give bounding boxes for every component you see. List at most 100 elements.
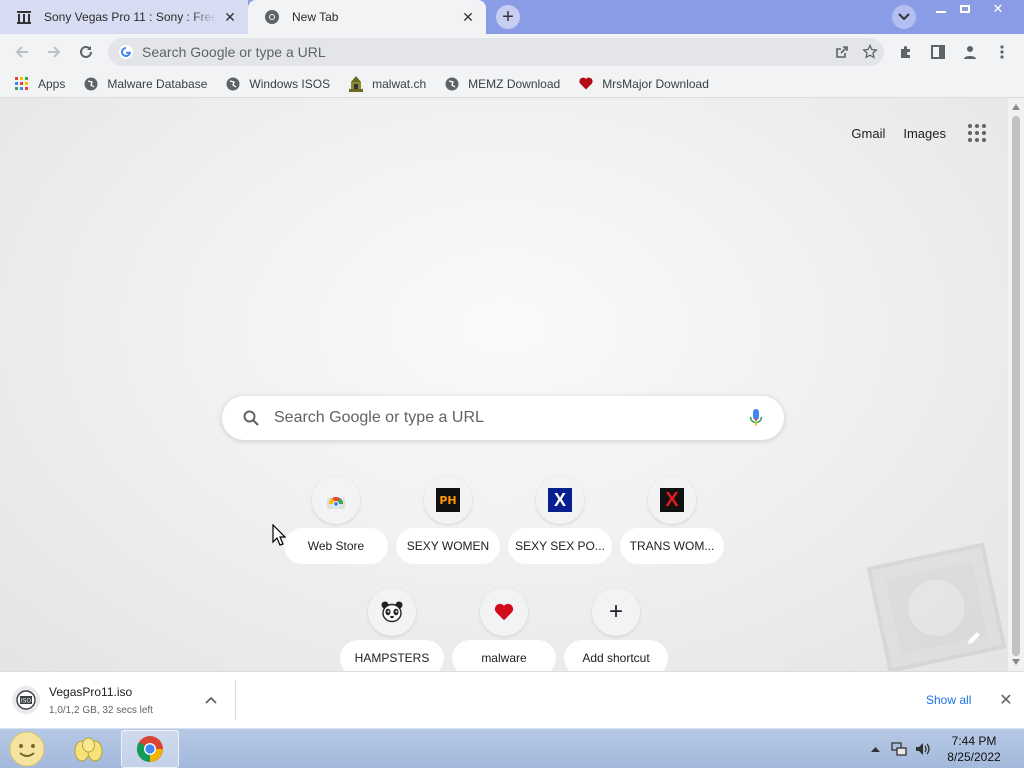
tab-title: New Tab (292, 10, 339, 24)
images-link[interactable]: Images (903, 126, 946, 141)
shortcut-label: Web Store (284, 528, 388, 564)
reload-icon (80, 45, 92, 58)
forward-button[interactable] (42, 40, 66, 64)
ph-icon: PH (436, 488, 460, 512)
close-tab-icon[interactable]: ✕ (222, 9, 238, 25)
bookmark-apps[interactable]: Apps (14, 76, 65, 92)
decorative-frame-image (866, 542, 1007, 671)
close-window-button[interactable]: ✕ (977, 0, 1019, 18)
download-status: 1,0/1,2 GB, 32 secs left (49, 704, 153, 716)
arrow-left-icon (15, 46, 28, 58)
network-icon[interactable] (890, 740, 908, 758)
taskbar-chrome[interactable] (121, 730, 179, 768)
shortcut-label: HAMPSTERS (340, 640, 444, 671)
star-icon[interactable] (856, 38, 884, 66)
shortcut-label: TRANS WOM... (620, 528, 724, 564)
restore-button[interactable] (953, 0, 976, 18)
globe-icon (225, 76, 241, 92)
panda-icon (368, 588, 416, 636)
start-orb-icon (9, 731, 45, 767)
top-links: Gmail Images (833, 124, 986, 142)
shortcut-web-store[interactable]: Web Store (280, 472, 392, 584)
side-panel-button[interactable] (926, 40, 950, 64)
tab-strip: Sony Vegas Pro 11 : Sony : Free D ✕ New … (0, 0, 1024, 34)
share-icon[interactable] (828, 38, 856, 66)
scroll-down-icon[interactable] (1012, 659, 1020, 665)
tab-search-button[interactable] (892, 5, 916, 29)
omnibox-placeholder: Search Google or type a URL (142, 44, 326, 60)
svg-text:ISO: ISO (21, 698, 32, 705)
shortcut-hampsters[interactable]: HAMPSTERS (336, 584, 448, 671)
chevron-up-icon[interactable] (866, 740, 884, 758)
bookmark-label: Apps (38, 76, 66, 91)
bookmark-malware-database[interactable]: Malware Database (83, 76, 207, 92)
download-item[interactable]: ISO VegasPro11.iso 1,0/1,2 GB, 32 secs l… (12, 680, 236, 720)
shortcut-label: Add shortcut (564, 640, 668, 671)
bookmark-memz-download[interactable]: MEMZ Download (444, 76, 560, 92)
toolbar: Search Google or type a URL (0, 34, 1024, 70)
menu-button[interactable] (990, 40, 1014, 64)
google-apps-icon[interactable] (968, 124, 986, 142)
bookmark-mrsmajor-download[interactable]: MrsMajor Download (578, 76, 709, 92)
omnibox[interactable]: Search Google or type a URL (108, 38, 884, 66)
clock-date: 8/25/2022 (947, 750, 1001, 764)
tab-sony-vegas[interactable]: Sony Vegas Pro 11 : Sony : Free D ✕ (0, 0, 248, 34)
start-button[interactable] (6, 730, 48, 768)
shortcut-label: SEXY SEX PO... (508, 528, 612, 564)
plus-icon: + (608, 598, 623, 625)
gmail-link[interactable]: Gmail (851, 126, 885, 141)
bookmark-windows-isos[interactable]: Windows ISOS (225, 76, 330, 92)
taskbar: 7:44 PM 8/25/2022 (0, 728, 1024, 768)
download-file-name: VegasPro11.iso (49, 684, 133, 699)
shortcut-label: malware (452, 640, 556, 671)
taskbar-explorer[interactable] (60, 730, 118, 768)
tab-title: Sony Vegas Pro 11 : Sony : Free D (44, 10, 216, 24)
browser-window: Sony Vegas Pro 11 : Sony : Free D ✕ New … (0, 0, 1024, 768)
chevron-up-icon[interactable] (201, 690, 221, 710)
taskbar-clock[interactable]: 7:44 PM 8/25/2022 (940, 733, 1008, 765)
profile-button[interactable] (958, 40, 982, 64)
bookmark-label: malwat.ch (372, 76, 427, 91)
shortcut-malware[interactable]: malware (448, 584, 560, 671)
back-button[interactable] (10, 40, 34, 64)
bookmark-label: Windows ISOS (249, 76, 331, 91)
minimize-button[interactable] (929, 0, 952, 18)
scroll-up-icon[interactable] (1012, 104, 1020, 110)
tab-new-tab[interactable]: New Tab ✕ (248, 0, 486, 34)
globe-icon (444, 76, 460, 92)
system-tray (866, 729, 938, 768)
customize-pencil-icon[interactable] (964, 628, 984, 648)
heart-icon (578, 76, 594, 92)
folder-icon (74, 737, 103, 762)
scrollbar-thumb[interactable] (1012, 116, 1020, 656)
x-red-icon: X (660, 488, 684, 512)
faded-logo (380, 294, 630, 354)
archive-icon (16, 9, 32, 25)
shortcut-sexy-women[interactable]: PH SEXY WOMEN (392, 472, 504, 584)
microphone-icon[interactable] (744, 406, 768, 430)
side-panel-icon (931, 45, 945, 59)
extensions-button[interactable] (894, 40, 918, 64)
mouse-cursor-icon (272, 524, 286, 546)
new-tab-page: Gmail Images Search Google or type a URL… (0, 98, 1008, 671)
speaker-icon[interactable] (914, 740, 932, 758)
search-box[interactable]: Search Google or type a URL (222, 396, 784, 440)
shortcut-trans-wom[interactable]: X TRANS WOM... (616, 472, 728, 584)
apps-grid-icon (14, 76, 30, 92)
page-scrollbar[interactable] (1008, 98, 1024, 671)
chrome-icon (136, 736, 163, 763)
clock-time: 7:44 PM (951, 734, 997, 748)
shortcut-sexy-sex-po[interactable]: X SEXY SEX PO... (504, 472, 616, 584)
iso-file-icon: ISO (12, 686, 40, 714)
new-tab-button[interactable]: + (496, 5, 520, 29)
heart-icon (480, 588, 528, 636)
close-shelf-icon[interactable]: ✕ (994, 688, 1018, 712)
kebab-menu-icon (1000, 45, 1004, 59)
bookmark-label: MEMZ Download (468, 76, 561, 91)
add-shortcut-button[interactable]: + Add shortcut (560, 584, 672, 671)
show-all-button[interactable]: Show all (916, 688, 981, 712)
close-tab-icon[interactable]: ✕ (460, 9, 476, 25)
reload-button[interactable] (74, 40, 98, 64)
bookmark-malwatch[interactable]: malwat.ch (348, 75, 427, 92)
x-blue-icon: X (548, 488, 572, 512)
